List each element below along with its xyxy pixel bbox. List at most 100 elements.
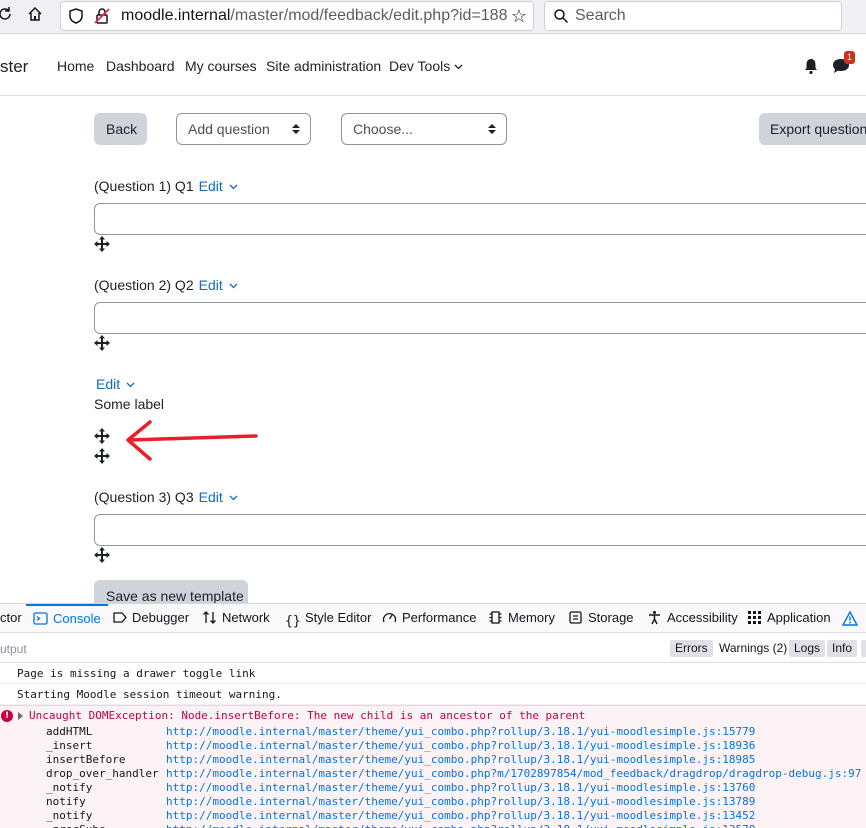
debugger-icon bbox=[113, 612, 127, 623]
stack-frame-source-link[interactable]: http://moodle.internal/master/theme/yui_… bbox=[166, 767, 861, 781]
nav-dev-tools[interactable]: Dev Tools bbox=[389, 58, 463, 74]
insecure-lock-icon[interactable] bbox=[93, 7, 111, 25]
filter-errors[interactable]: Errors bbox=[670, 640, 713, 657]
console-icon bbox=[33, 612, 48, 625]
move-icon[interactable] bbox=[94, 448, 110, 464]
devtools-panel: ctor Console Debugger Network {} Style Ed… bbox=[0, 603, 866, 828]
stack-frame: _insert http://moodle.internal/master/the… bbox=[0, 739, 866, 753]
tab-debugger[interactable]: Debugger bbox=[112, 604, 189, 632]
question-3-title: (Question 3) Q3 Edit bbox=[94, 489, 238, 505]
filter-output-input[interactable]: utput bbox=[0, 642, 27, 656]
braces-icon: {} bbox=[285, 614, 301, 629]
console-log-row: Starting Moodle session timeout warning. bbox=[0, 684, 866, 705]
filter-warnings[interactable]: Warnings (2) bbox=[714, 640, 792, 657]
stack-frame-function: drop_over_handler bbox=[46, 767, 159, 780]
nav-site-administration[interactable]: Site administration bbox=[266, 58, 381, 74]
move-icon[interactable] bbox=[94, 547, 110, 563]
accessibility-icon bbox=[649, 611, 660, 625]
stack-frame-source-link[interactable]: http://moodle.internal/master/theme/yui_… bbox=[166, 753, 755, 767]
tracking-shield-icon[interactable] bbox=[67, 7, 85, 25]
search-placeholder: Search bbox=[575, 7, 626, 24]
stack-frame-source-link[interactable]: http://moodle.internal/master/theme/yui_… bbox=[166, 739, 755, 753]
filter-info[interactable]: Info bbox=[827, 640, 858, 657]
moodle-navbar: ster Home Dashboard My courses Site admi… bbox=[0, 35, 866, 96]
warning-icon[interactable] bbox=[842, 611, 858, 626]
chevron-down-icon bbox=[229, 495, 238, 501]
devtools-tab-bar: ctor Console Debugger Network {} Style Ed… bbox=[0, 604, 866, 633]
template-choose-select[interactable]: Choose... bbox=[341, 113, 507, 145]
console-log-row: Page is missing a drawer toggle link bbox=[0, 663, 866, 684]
nav-dashboard[interactable]: Dashboard bbox=[106, 58, 175, 74]
tab-application[interactable]: Application bbox=[747, 604, 831, 632]
select-caret-icon bbox=[488, 124, 496, 134]
question-1-edit-menu[interactable]: Edit bbox=[199, 178, 238, 194]
tab-storage[interactable]: Storage bbox=[568, 604, 634, 632]
stack-frame-source-link[interactable]: http://moodle.internal/master/theme/yui_… bbox=[166, 795, 755, 809]
stack-frame-source-link[interactable]: http://moodle.internal/master/theme/yui_… bbox=[166, 809, 755, 823]
question-1-input[interactable] bbox=[94, 203, 866, 235]
stack-frame: _notify http://moodle.internal/master/the… bbox=[0, 809, 866, 823]
network-icon bbox=[203, 611, 216, 624]
back-button[interactable]: Back bbox=[94, 113, 147, 145]
stack-frame-function: addHTML bbox=[46, 725, 93, 738]
url-bar[interactable]: moodle.internal/master/mod/feedback/edit… bbox=[60, 1, 534, 31]
tab-inspector[interactable]: ctor bbox=[0, 604, 22, 632]
question-3-input[interactable] bbox=[94, 514, 866, 546]
home-icon[interactable] bbox=[24, 6, 46, 28]
reload-icon[interactable] bbox=[0, 6, 16, 28]
filter-logs[interactable]: Logs bbox=[789, 640, 826, 657]
stack-frame: drop_over_handler http://moodle.internal/… bbox=[0, 767, 866, 781]
question-1-title: (Question 1) Q1 Edit bbox=[94, 178, 238, 194]
error-message: Uncaught DOMException: Node.insertBefore… bbox=[29, 709, 586, 722]
move-icon[interactable] bbox=[94, 428, 110, 444]
stack-frame: _notify http://moodle.internal/master/the… bbox=[0, 781, 866, 795]
stack-frame: addHTML http://moodle.internal/master/the… bbox=[0, 725, 866, 739]
chevron-down-icon bbox=[126, 382, 135, 388]
stack-frame-source-link[interactable]: http://moodle.internal/master/theme/yui_… bbox=[166, 725, 755, 739]
storage-icon bbox=[569, 611, 582, 624]
chevron-down-icon bbox=[229, 283, 238, 289]
export-questions-button[interactable]: Export questions bbox=[759, 113, 866, 145]
add-question-select[interactable]: Add question bbox=[176, 113, 311, 145]
question-2-input[interactable] bbox=[94, 302, 866, 334]
search-bar[interactable]: Search bbox=[544, 1, 842, 31]
annotation-arrow bbox=[126, 420, 258, 461]
stack-frame-source-link[interactable]: http://moodle.internal/master/theme/yui_… bbox=[166, 823, 755, 828]
stack-frame-source-link[interactable]: http://moodle.internal/master/theme/yui_… bbox=[166, 781, 755, 795]
site-brand[interactable]: ster bbox=[0, 57, 28, 77]
console-filter-bar: utput Errors Warnings (2) Logs Info bbox=[0, 634, 866, 663]
bookmark-star-icon[interactable]: ☆ bbox=[511, 6, 527, 27]
filter-debug[interactable] bbox=[861, 640, 866, 657]
nav-my-courses[interactable]: My courses bbox=[185, 58, 257, 74]
save-as-template-button[interactable]: Save as new template bbox=[94, 580, 248, 603]
stack-frame: insertBefore http://moodle.internal/maste… bbox=[0, 753, 866, 767]
chevron-down-icon bbox=[229, 184, 238, 190]
message-count-badge: 1 bbox=[844, 51, 855, 64]
grid-icon bbox=[748, 611, 761, 624]
stack-frame-function: notify bbox=[46, 795, 86, 808]
question-2-edit-menu[interactable]: Edit bbox=[199, 277, 238, 293]
search-icon bbox=[554, 9, 569, 24]
tab-network[interactable]: Network bbox=[202, 604, 270, 632]
stack-frame-function: _procSubs bbox=[46, 823, 106, 828]
move-icon[interactable] bbox=[94, 335, 110, 351]
stack-frame: notify http://moodle.internal/master/them… bbox=[0, 795, 866, 809]
tab-console[interactable]: Console bbox=[26, 604, 108, 632]
memory-chip-icon bbox=[489, 611, 502, 624]
stack-frame-function: _notify bbox=[46, 809, 93, 822]
tab-performance[interactable]: Performance bbox=[382, 604, 476, 632]
url-text[interactable]: moodle.internal/master/mod/feedback/edit… bbox=[121, 7, 507, 25]
chevron-down-icon bbox=[454, 64, 463, 70]
console-error-entry: ! Uncaught DOMException: Node.insertBefo… bbox=[0, 705, 866, 828]
tab-style-editor[interactable]: {} Style Editor bbox=[285, 604, 371, 632]
label-item-edit-menu[interactable]: Edit bbox=[96, 376, 135, 392]
tab-accessibility[interactable]: Accessibility bbox=[647, 604, 738, 632]
select-caret-icon bbox=[292, 124, 300, 134]
expand-triangle-icon[interactable] bbox=[18, 712, 23, 720]
move-icon[interactable] bbox=[94, 236, 110, 252]
nav-home[interactable]: Home bbox=[57, 58, 94, 74]
question-3-edit-menu[interactable]: Edit bbox=[199, 489, 238, 505]
tab-memory[interactable]: Memory bbox=[488, 604, 555, 632]
stack-frame-function: _insert bbox=[46, 739, 93, 752]
notification-bell-icon[interactable] bbox=[802, 57, 820, 75]
